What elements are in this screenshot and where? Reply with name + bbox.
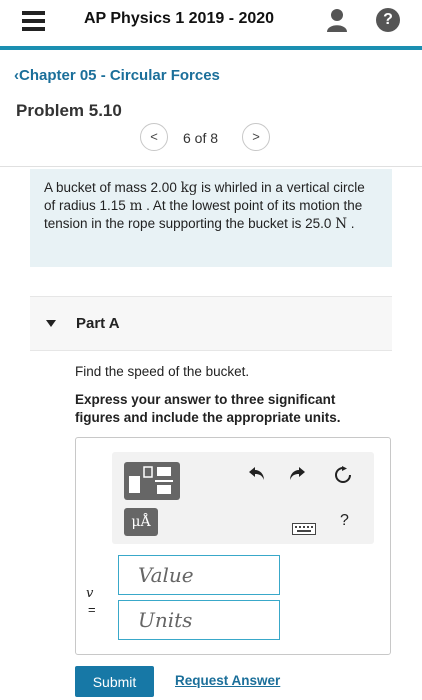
- answer-instructions: Express your answer to three significant…: [75, 392, 341, 425]
- question-text: Find the speed of the bucket.: [75, 364, 250, 379]
- help-icon[interactable]: ?: [376, 8, 400, 32]
- divider: [0, 166, 422, 167]
- app-title: AP Physics 1 2019 - 2020: [84, 10, 275, 27]
- problem-statement: A bucket of mass 2.00 kg is whirled in a…: [30, 169, 392, 267]
- templates-button[interactable]: [124, 462, 180, 500]
- submit-button[interactable]: Submit: [75, 666, 154, 697]
- unit-length: m: [129, 198, 143, 214]
- hamburger-menu-icon[interactable]: [22, 11, 45, 31]
- chapter-back-link[interactable]: ‹Chapter 05 - Circular Forces: [14, 67, 220, 84]
- symbols-button[interactable]: μÅ: [124, 508, 158, 536]
- undo-icon[interactable]: [248, 466, 266, 487]
- redo-icon[interactable]: [288, 466, 306, 487]
- user-icon[interactable]: [326, 8, 348, 32]
- unit-mass: kg: [180, 180, 198, 196]
- value-input[interactable]: [118, 555, 280, 595]
- reset-icon[interactable]: [334, 466, 352, 489]
- previous-problem-button[interactable]: <: [140, 123, 168, 151]
- collapse-caret-icon[interactable]: [46, 320, 56, 327]
- equals-sign: =: [88, 602, 96, 617]
- problem-title: Problem 5.10: [16, 101, 122, 120]
- keyboard-icon[interactable]: [292, 522, 316, 540]
- math-toolbar: μÅ ?: [112, 452, 374, 544]
- answer-panel: μÅ ? v =: [75, 437, 391, 655]
- app-header: AP Physics 1 2019 - 2020 ?: [0, 0, 422, 50]
- units-input[interactable]: [118, 600, 280, 640]
- request-answer-link[interactable]: Request Answer: [175, 673, 280, 688]
- variable-label: v: [86, 586, 94, 601]
- problem-text: .: [347, 216, 355, 231]
- next-problem-button[interactable]: >: [242, 123, 270, 151]
- pager-counter: 6 of 8: [183, 130, 219, 146]
- part-a-header[interactable]: Part A: [30, 296, 392, 351]
- problem-text: A bucket of mass 2.00: [44, 180, 181, 195]
- unit-force: N: [335, 216, 348, 232]
- toolbar-help-button[interactable]: ?: [340, 512, 349, 530]
- part-label: Part A: [76, 315, 120, 332]
